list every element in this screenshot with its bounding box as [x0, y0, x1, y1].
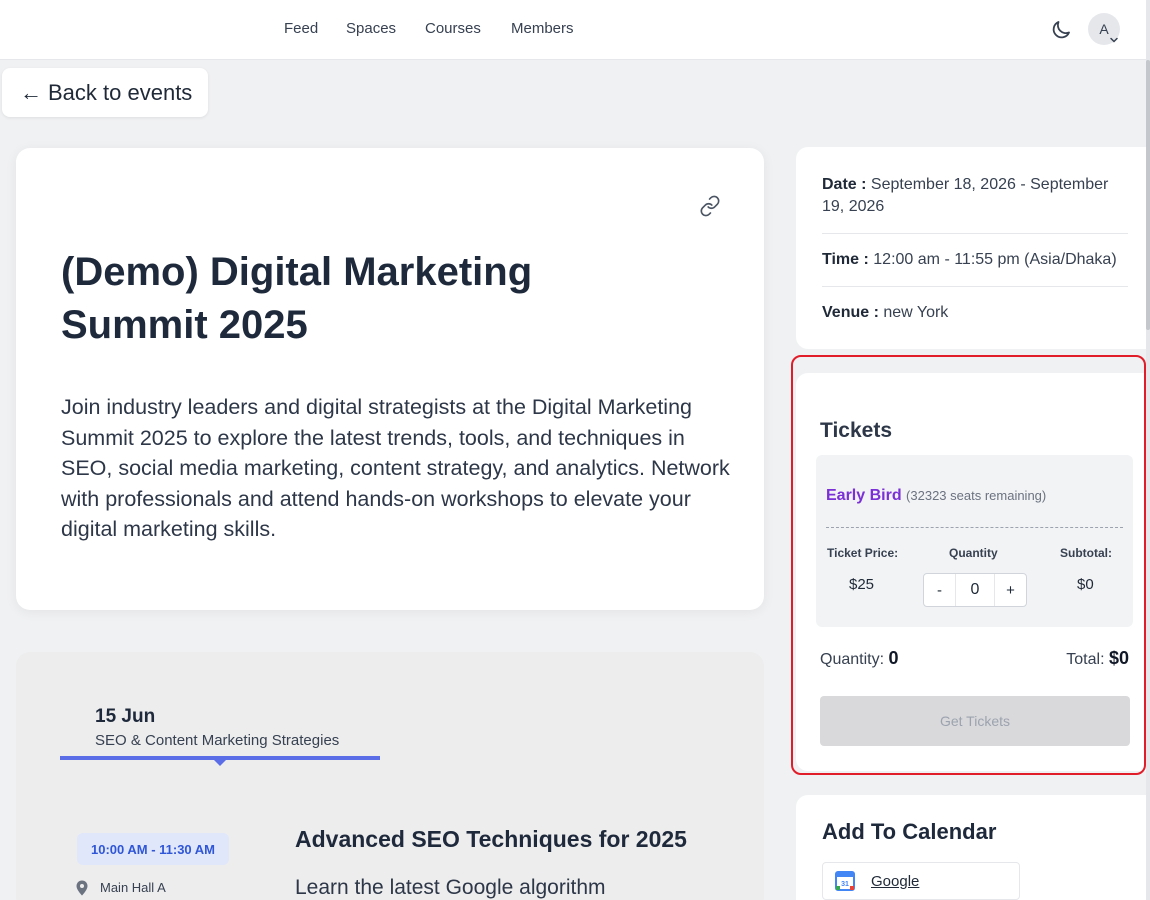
time-label: Time : — [822, 251, 869, 268]
event-title: (Demo) Digital Marketing Summit 2025 — [61, 250, 533, 347]
detail-date: Date : September 18, 2026 - September 19… — [822, 174, 1128, 218]
google-calendar-button[interactable]: 31 Google — [822, 862, 1020, 900]
venue-label: Venue : — [822, 304, 879, 321]
agenda-card: 15 Jun SEO & Content Marketing Strategie… — [16, 652, 764, 900]
active-tab-caret — [213, 759, 227, 766]
add-to-calendar-card: Add To Calendar 31 Google — [796, 795, 1146, 900]
session-time-badge: 10:00 AM - 11:30 AM — [77, 833, 229, 865]
avatar-initial: A — [1099, 21, 1109, 37]
venue-value: new York — [883, 304, 949, 321]
google-label: Google — [871, 872, 920, 890]
top-nav: Feed Spaces Courses Members A — [0, 0, 1146, 60]
calendar-heading: Add To Calendar — [822, 819, 997, 844]
event-details-card: Date : September 18, 2026 - September 19… — [796, 147, 1146, 349]
event-hero-card: (Demo) Digital Marketing Summit 2025 Joi… — [16, 148, 764, 610]
session-title: Advanced SEO Techniques for 2025 — [295, 826, 687, 852]
event-description: Join industry leaders and digital strate… — [61, 395, 730, 541]
nav-courses[interactable]: Courses — [425, 20, 481, 37]
nav-spaces[interactable]: Spaces — [346, 20, 396, 37]
agenda-day-date[interactable]: 15 Jun — [95, 706, 155, 728]
arrow-left-icon: ← — [20, 79, 42, 105]
date-label: Date : — [822, 176, 867, 193]
highlight-outline — [791, 355, 1146, 775]
detail-venue: Venue : new York — [822, 302, 1128, 324]
back-label: Back to events — [48, 79, 193, 105]
link-icon[interactable] — [699, 195, 721, 217]
location-pin-icon — [76, 880, 88, 896]
session-description: Learn the latest Google algorithm — [295, 876, 606, 899]
time-value: 12:00 am - 11:55 pm (Asia/Dhaka) — [873, 251, 1117, 268]
scrollbar-thumb[interactable] — [1146, 60, 1150, 330]
divider — [822, 233, 1128, 234]
session-location: Main Hall A — [100, 880, 166, 895]
chevron-down-icon[interactable] — [1109, 35, 1119, 45]
back-to-events-button[interactable]: ← Back to events — [2, 68, 208, 117]
nav-feed[interactable]: Feed — [284, 20, 318, 37]
moon-icon[interactable] — [1049, 18, 1073, 42]
detail-time: Time : 12:00 am - 11:55 pm (Asia/Dhaka) — [822, 249, 1128, 271]
divider — [822, 286, 1128, 287]
google-calendar-icon: 31 — [835, 871, 855, 891]
google-calendar-icon-text: 31 — [841, 881, 849, 888]
agenda-day-topic[interactable]: SEO & Content Marketing Strategies — [95, 732, 339, 749]
nav-members[interactable]: Members — [511, 20, 574, 37]
